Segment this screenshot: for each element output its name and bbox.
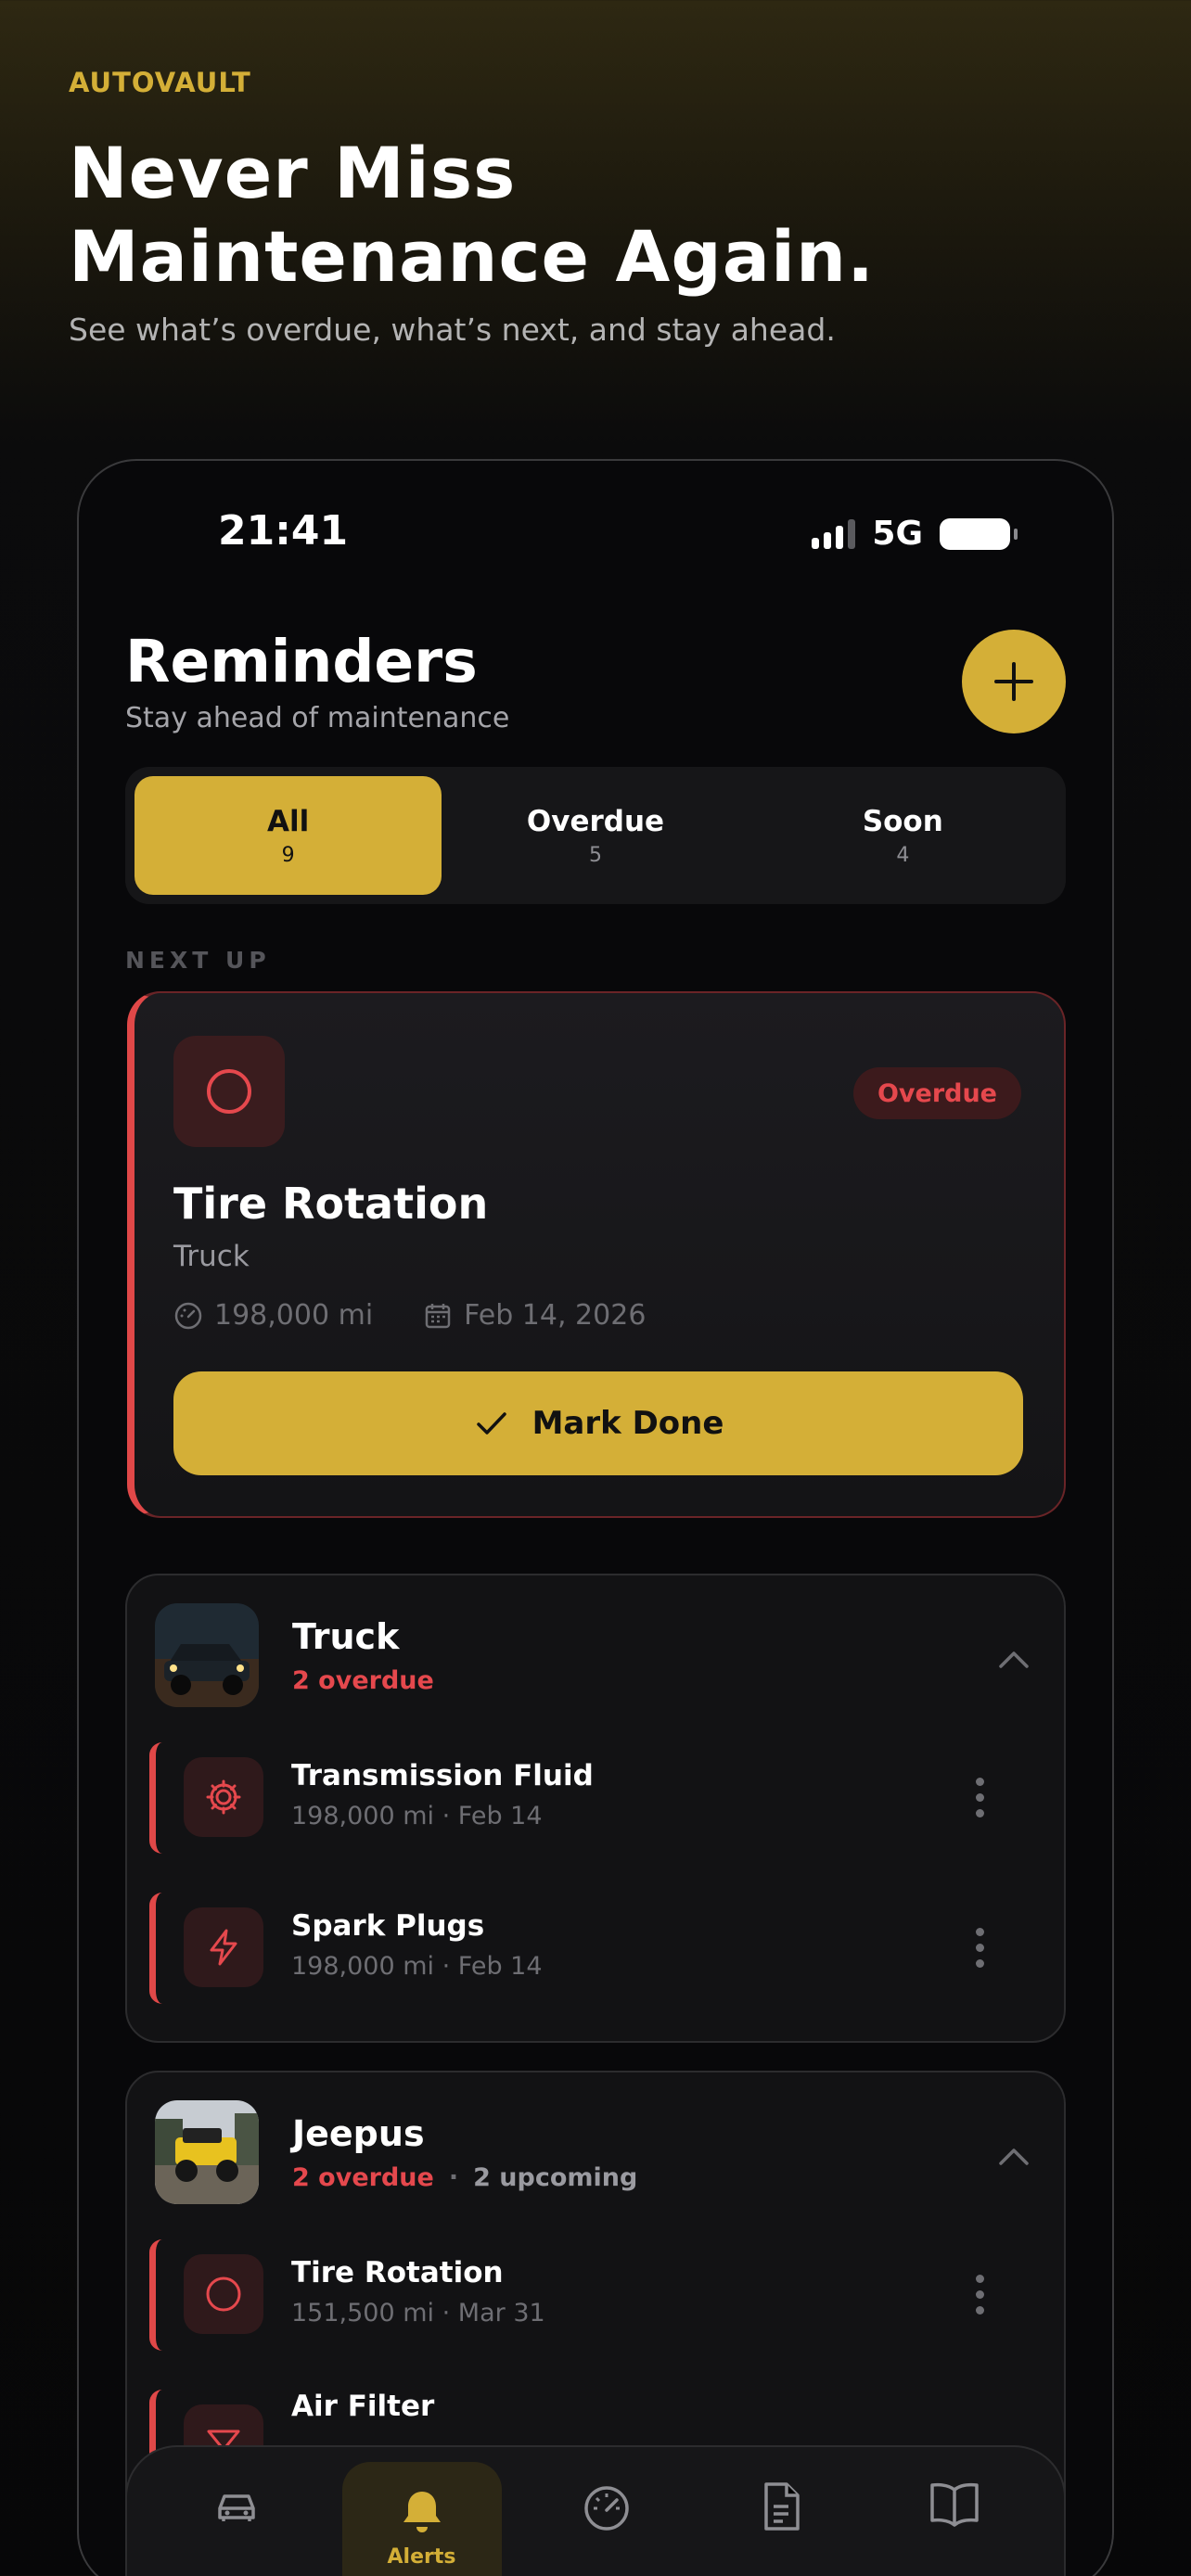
- more-options-icon[interactable]: [976, 2275, 984, 2315]
- bell-icon: [403, 2492, 441, 2532]
- gear-icon: [206, 1779, 241, 1815]
- book-icon: [930, 2482, 979, 2527]
- item-title: Spark Plugs: [291, 1909, 485, 1943]
- list-item[interactable]: Transmission Fluid 198,000 mi · Feb 14: [149, 1742, 1040, 1854]
- filter-count: 4: [896, 843, 910, 867]
- more-options-icon[interactable]: [976, 1778, 984, 1817]
- headline-line-2: Maintenance Again.: [69, 215, 876, 298]
- next-up-meta: 198,000 mi Feb 14, 2026: [173, 1299, 646, 1332]
- tab-dashboard[interactable]: [520, 2480, 695, 2576]
- hero-headline: Never Miss Maintenance Again.: [69, 132, 875, 299]
- tab-alerts[interactable]: Alerts: [341, 2462, 502, 2576]
- status-time: 21:41: [218, 507, 349, 555]
- tab-label: Alerts: [387, 2545, 456, 2569]
- next-up-date: Feb 14, 2026: [464, 1299, 647, 1332]
- section-label-next-up: NEXT UP: [125, 947, 271, 974]
- filter-label: Overdue: [526, 804, 665, 838]
- hero-subline: See what’s overdue, what’s next, and sta…: [69, 312, 836, 348]
- add-reminder-button[interactable]: [962, 630, 1066, 733]
- car-icon: [218, 2494, 255, 2521]
- vehicle-name: Jeepus: [292, 2112, 425, 2154]
- filter-label: All: [267, 804, 310, 838]
- bottom-tab-bar: Alerts: [125, 2445, 1066, 2576]
- document-icon: [764, 2482, 800, 2531]
- page-subtitle: Stay ahead of maintenance: [125, 702, 510, 734]
- filter-count: 5: [588, 843, 602, 867]
- more-options-icon[interactable]: [976, 1928, 984, 1968]
- headline-line-1: Never Miss: [69, 132, 517, 214]
- network-label: 5G: [872, 515, 923, 553]
- tab-vehicles[interactable]: [149, 2480, 324, 2576]
- filter-segmented-control: All 9 Overdue 5 Soon 4: [125, 767, 1066, 904]
- item-meta: 198,000 mi · Feb 14: [291, 1952, 543, 1981]
- filter-overdue[interactable]: Overdue 5: [442, 776, 749, 895]
- plus-icon: [994, 662, 1033, 701]
- page-title: Reminders: [125, 628, 478, 695]
- item-icon-tile: [184, 2254, 263, 2334]
- calendar-icon: [425, 1303, 451, 1328]
- vehicle-photo-jeepus: [155, 2100, 259, 2204]
- checkmark-icon: [476, 1412, 506, 1435]
- overdue-count: 2 overdue: [292, 2162, 434, 2192]
- status-badge: Overdue: [852, 1067, 1021, 1119]
- next-up-card[interactable]: Overdue Tire Rotation Truck 198,000 mi F…: [127, 991, 1066, 1518]
- status-indicators: 5G: [812, 515, 1018, 553]
- list-item[interactable]: Spark Plugs 198,000 mi · Feb 14: [149, 1893, 1040, 2004]
- item-title: Tire Rotation: [291, 2256, 504, 2289]
- filter-label: Soon: [862, 804, 943, 838]
- item-meta: 198,000 mi · Feb 14: [291, 1802, 543, 1830]
- next-up-mileage: 198,000 mi: [214, 1299, 374, 1332]
- vehicle-group-header[interactable]: Truck 2 overdue: [155, 1603, 434, 1707]
- vehicle-photo-truck: [155, 1603, 259, 1707]
- vehicle-name: Truck: [292, 1615, 400, 1657]
- item-meta: 151,500 mi · Mar 31: [291, 2299, 545, 2327]
- brand-label: AUTOVAULT: [69, 67, 251, 98]
- odometer-icon: [174, 1302, 202, 1329]
- next-up-vehicle: Truck: [173, 1240, 250, 1273]
- gauge-icon: [584, 2486, 629, 2531]
- chevron-up-icon[interactable]: [992, 2136, 1036, 2180]
- tire-icon-tile: [173, 1036, 285, 1147]
- vehicle-group-header[interactable]: Jeepus 2 overdue · 2 upcoming: [155, 2100, 637, 2204]
- vehicle-group-truck: Truck 2 overdue Transmission Fluid 198,0…: [125, 1574, 1066, 2043]
- circle-icon: [206, 2276, 241, 2312]
- mark-done-button[interactable]: Mark Done: [173, 1371, 1023, 1475]
- filter-count: 9: [281, 843, 295, 867]
- item-icon-tile: [184, 1757, 263, 1837]
- tab-guides[interactable]: [868, 2480, 1043, 2576]
- mark-done-label: Mark Done: [531, 1405, 724, 1442]
- filter-soon[interactable]: Soon 4: [749, 776, 1057, 895]
- phone-frame: 21:41 5G Reminders Stay ahead of mainten…: [77, 459, 1114, 2576]
- item-title: Transmission Fluid: [291, 1759, 594, 1792]
- list-item[interactable]: Tire Rotation 151,500 mi · Mar 31: [149, 2239, 1040, 2351]
- chevron-up-icon[interactable]: [992, 1639, 1036, 1683]
- filter-all[interactable]: All 9: [134, 776, 442, 895]
- tab-documents[interactable]: [694, 2480, 868, 2576]
- item-title: Air Filter: [291, 2390, 435, 2423]
- upcoming-count: 2 upcoming: [473, 2162, 638, 2192]
- item-icon-tile: [184, 1907, 263, 1987]
- circle-icon: [207, 1069, 251, 1114]
- signal-icon: [812, 518, 856, 549]
- overdue-count: 2 overdue: [292, 1665, 434, 1695]
- next-up-title: Tire Rotation: [173, 1179, 489, 1229]
- battery-icon: [940, 517, 1018, 550]
- lightning-icon: [210, 1929, 237, 1966]
